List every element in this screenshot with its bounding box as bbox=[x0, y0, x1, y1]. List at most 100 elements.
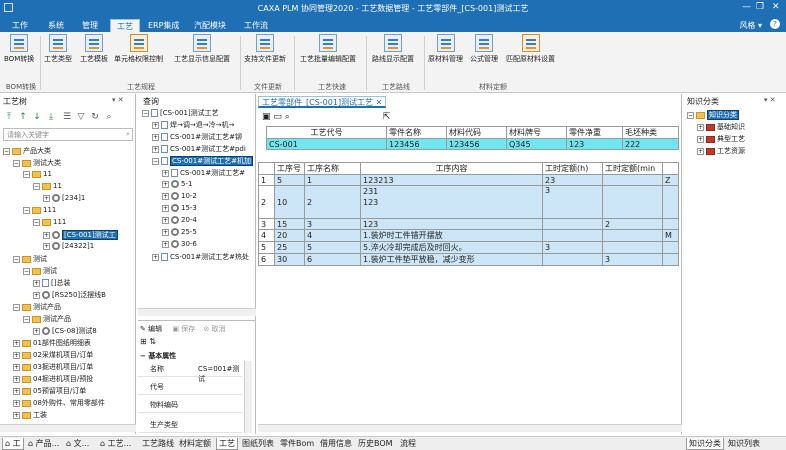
tab-left-process[interactable]: ⌂ 工 bbox=[2, 438, 24, 450]
tree-node[interactable]: + []总装 bbox=[33, 278, 70, 289]
tab-borrow-info[interactable]: 借用信息 bbox=[318, 438, 354, 450]
maximize-icon[interactable]: ❐ bbox=[756, 2, 764, 12]
tab-knowledge-category[interactable]: 知识分类 bbox=[686, 438, 724, 450]
tab-process-parts[interactable]: 工艺零部件_[CS-001]测试工艺 ✕ bbox=[258, 96, 387, 108]
cell[interactable]: 4 bbox=[304, 229, 361, 242]
cell[interactable]: 2 bbox=[602, 218, 663, 230]
cell[interactable]: 25 bbox=[274, 241, 305, 254]
list-icon[interactable]: ☰ bbox=[62, 112, 72, 122]
route-display-config-button[interactable]: 路线显示配置 bbox=[372, 34, 414, 64]
cancel-button[interactable]: ⊘ 取消 bbox=[203, 325, 225, 333]
cell[interactable] bbox=[602, 241, 663, 254]
table-row[interactable]: 3 15 3 123 2 bbox=[258, 218, 679, 230]
tree-node[interactable]: + 工艺资源 bbox=[697, 146, 745, 157]
move-top-icon[interactable]: ⤒ bbox=[4, 112, 14, 122]
cell[interactable]: 15 bbox=[274, 218, 305, 230]
tree-node[interactable]: +5-1 bbox=[162, 180, 192, 191]
cell[interactable] bbox=[602, 174, 663, 186]
cell[interactable] bbox=[662, 253, 679, 266]
tree-node[interactable]: +03掘进机项目/订单 bbox=[13, 362, 93, 373]
tree-node[interactable]: + 典型工艺 bbox=[697, 134, 745, 145]
prop-row[interactable]: 名称 CS=001#测试 bbox=[138, 361, 242, 383]
table-row[interactable]: 6 30 6 1.装炉工件垫平放稳，减少变形 3 bbox=[258, 253, 679, 266]
tree-search-input[interactable]: 请输入关键字 ⌕ bbox=[3, 128, 133, 141]
refresh-icon[interactable]: ↻ bbox=[90, 112, 100, 122]
minus-icon[interactable]: ▭ bbox=[273, 112, 282, 122]
tree-node[interactable]: +01部件图纸明细表 bbox=[13, 338, 91, 349]
menu-erp[interactable]: ERP集成 bbox=[142, 19, 185, 32]
view-icon[interactable]: ▣ bbox=[262, 112, 271, 122]
tree-node[interactable]: − 产品大类 bbox=[3, 146, 51, 157]
cell[interactable]: CS-001 bbox=[266, 138, 387, 150]
cell[interactable]: 3 bbox=[542, 241, 603, 254]
tab-workflow[interactable]: 流程 bbox=[398, 438, 418, 450]
cell[interactable]: Z bbox=[662, 174, 679, 186]
cell[interactable]: 123213 bbox=[360, 174, 543, 186]
tree-node[interactable]: + CS-001#测试工艺# bbox=[162, 168, 245, 179]
menu-workflow[interactable]: 工作流 bbox=[238, 19, 274, 32]
tree-node[interactable]: +04掘进机项目/预投 bbox=[13, 374, 93, 385]
cell[interactable] bbox=[542, 229, 603, 242]
tree-node-selected[interactable]: + [CS-001]测试工 bbox=[43, 230, 118, 241]
search-tree-icon[interactable]: ⌕ bbox=[104, 112, 114, 122]
cell[interactable]: 123456 bbox=[446, 138, 507, 150]
tree-node[interactable]: + [CS-08]测试8 bbox=[33, 326, 97, 337]
pin-icon[interactable]: ▾ ✕ bbox=[112, 96, 124, 104]
cell[interactable] bbox=[602, 229, 663, 242]
edit-button[interactable]: ✎ 编辑 bbox=[140, 325, 162, 333]
tree-node[interactable]: +25-5 bbox=[162, 228, 197, 239]
formula-manage-button[interactable]: 公式管理 bbox=[470, 34, 498, 64]
menu-auto-module[interactable]: 汽配模块 bbox=[188, 19, 232, 32]
tree-node-selected[interactable]: − CS-001#测试工艺#机加 bbox=[152, 156, 253, 167]
tree-node[interactable]: + CS-001#测试工艺#热处 bbox=[152, 252, 249, 263]
cell[interactable]: 30 bbox=[274, 253, 305, 266]
cell[interactable]: 231 123 bbox=[360, 185, 543, 219]
raw-material-manage-button[interactable]: 原材料管理 bbox=[428, 34, 463, 64]
tab-query[interactable]: 查询 bbox=[140, 96, 162, 108]
tree-node[interactable]: + CS-001#测试工艺#铆 bbox=[152, 132, 242, 143]
process-template-button[interactable]: 工艺模板 bbox=[80, 34, 108, 64]
tree-node[interactable]: + 工装 bbox=[13, 410, 47, 421]
cell[interactable]: 3 bbox=[542, 185, 603, 219]
tree-node[interactable]: − 测试大类 bbox=[13, 158, 61, 169]
menu-system[interactable]: 系统 bbox=[42, 19, 70, 32]
tree-node[interactable]: −111 bbox=[33, 218, 66, 229]
tab-process[interactable]: 工艺 bbox=[216, 438, 238, 450]
match-material-settings-button[interactable]: 匹配原材料设置 bbox=[506, 34, 555, 64]
sort-icons[interactable]: ⊞ ⇅ bbox=[140, 337, 156, 346]
tree-node[interactable]: − 测试产品 bbox=[23, 314, 71, 325]
horizontal-scrollbar[interactable] bbox=[0, 424, 136, 432]
tree-node[interactable]: + 焊→调→退→冷→机→ bbox=[152, 120, 234, 131]
prop-row[interactable]: 物料编码 bbox=[138, 397, 242, 413]
cell[interactable]: 123456 bbox=[386, 138, 447, 150]
cell[interactable]: 123 bbox=[360, 218, 543, 230]
cell[interactable]: 1.装炉工件垫平放稳，减少变形 bbox=[360, 253, 543, 266]
tab-left-process-more[interactable]: ⌂ 工艺... bbox=[98, 438, 133, 450]
help-icon[interactable]: ? bbox=[770, 19, 780, 29]
tree-node[interactable]: + [234]1 bbox=[43, 194, 85, 205]
bom-convert-button[interactable]: BOM转换 bbox=[4, 34, 34, 64]
cell[interactable]: 3 bbox=[602, 253, 663, 266]
move-down-icon[interactable]: ↓ bbox=[32, 112, 42, 122]
cell[interactable]: 1.装炉时工件错开摆放 bbox=[360, 229, 543, 242]
display-info-config-button[interactable]: 工艺显示信息配置 bbox=[174, 34, 230, 64]
pin-icon[interactable]: ▾ ✕ bbox=[764, 96, 776, 104]
cell[interactable]: 10 bbox=[274, 185, 305, 219]
tree-node[interactable]: +10-2 bbox=[162, 192, 197, 203]
table-row[interactable]: 2 10 2 231 123 3 bbox=[258, 185, 679, 219]
minimize-icon[interactable]: — bbox=[742, 2, 751, 12]
filter-icon[interactable]: ▽ bbox=[76, 112, 86, 122]
tree-node[interactable]: − 测试 bbox=[23, 266, 57, 277]
process-type-button[interactable]: 工艺类型 bbox=[44, 34, 72, 64]
tree-node[interactable]: + 基础知识 bbox=[697, 122, 745, 133]
support-file-update-button[interactable]: 支持文件更新 bbox=[244, 34, 286, 64]
tree-node[interactable]: + [RS250]泛摆线B bbox=[33, 290, 106, 301]
menu-manage[interactable]: 管理 bbox=[76, 19, 104, 32]
tree-node[interactable]: +02采煤机项目/订单 bbox=[13, 350, 93, 361]
cell[interactable]: 1 bbox=[304, 174, 361, 186]
cell[interactable] bbox=[542, 218, 603, 230]
tab-history-bom[interactable]: 历史BOM bbox=[356, 438, 395, 450]
tab-left-product[interactable]: ⌂ 产品... bbox=[26, 438, 61, 450]
cell[interactable]: 23 bbox=[542, 174, 603, 186]
tree-node[interactable]: − 测试 bbox=[13, 254, 47, 265]
